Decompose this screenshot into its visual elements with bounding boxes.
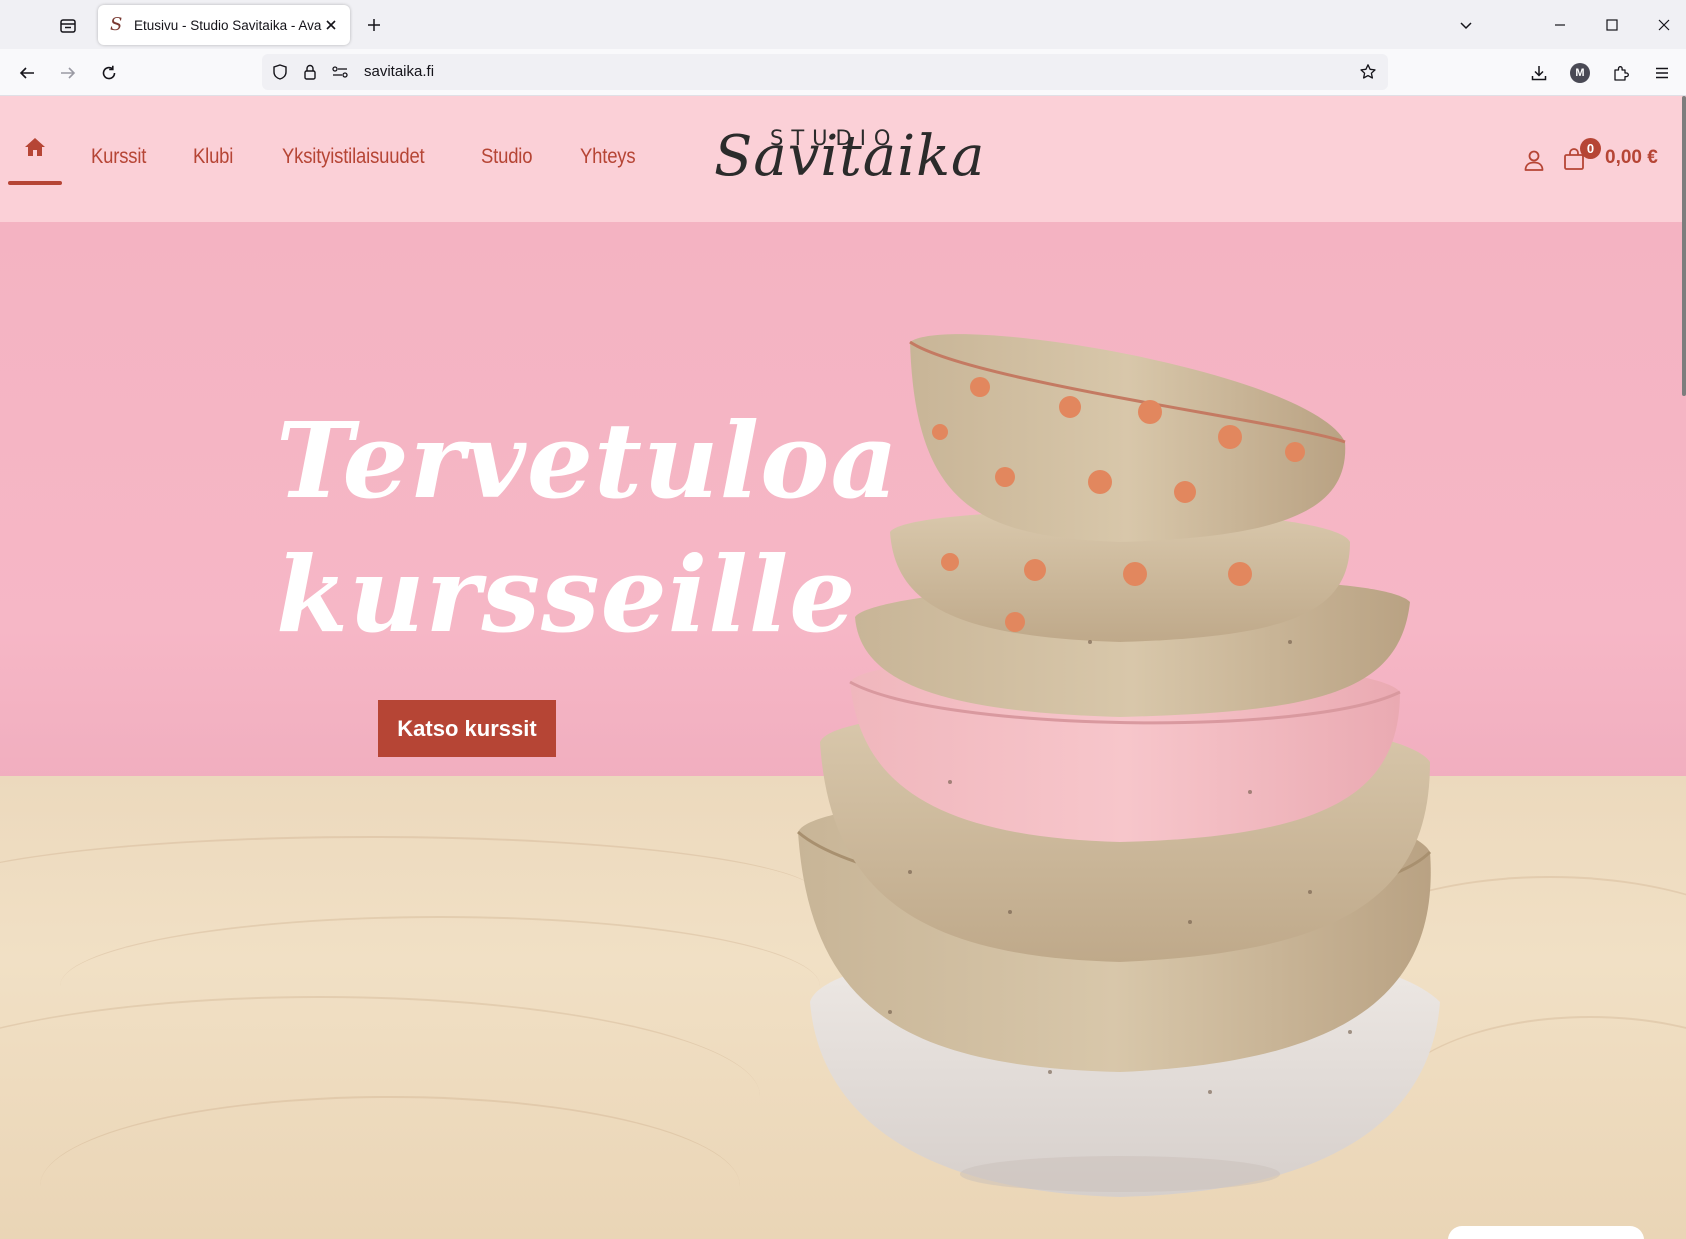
permissions-icon[interactable]	[330, 62, 350, 82]
back-icon[interactable]	[12, 58, 42, 88]
active-nav-indicator	[8, 181, 62, 185]
profile-avatar: M	[1570, 63, 1590, 83]
download-icon[interactable]	[1524, 58, 1554, 88]
maximize-icon[interactable]	[1598, 12, 1626, 38]
address-bar[interactable]: savitaika.fi	[262, 54, 1388, 90]
plus-icon[interactable]	[361, 12, 387, 38]
hero-section: Tervetuloa kursseille Katso kurssit	[0, 222, 1686, 1239]
chat-widget-tab[interactable]	[1448, 1226, 1644, 1239]
menu-icon[interactable]	[1647, 58, 1677, 88]
site-header: Kurssit Klubi Yksityistilaisuudet Studio…	[0, 96, 1686, 222]
minimize-icon[interactable]	[1546, 12, 1574, 38]
browser-tab-bar: S Etusivu - Studio Savitaika - Avar	[0, 0, 1686, 49]
user-account-icon[interactable]	[1522, 148, 1546, 172]
close-icon[interactable]	[322, 16, 340, 34]
cart-total[interactable]: 0,00 €	[1605, 147, 1658, 169]
browser-nav-bar: savitaika.fi M	[0, 49, 1686, 96]
cart-count-badge: 0	[1580, 138, 1601, 159]
tab-title: Etusivu - Studio Savitaika - Avar	[134, 17, 322, 33]
stacked-ceramic-bowls-image	[797, 334, 1440, 1197]
chevron-down-icon[interactable]	[1452, 12, 1480, 38]
browser-tab[interactable]: S Etusivu - Studio Savitaika - Avar	[98, 5, 350, 45]
nav-link-klubi[interactable]: Klubi	[193, 145, 233, 169]
window-close-icon[interactable]	[1650, 12, 1678, 38]
nav-link-yhteys[interactable]: Yhteys	[580, 145, 636, 169]
bookmark-star-icon[interactable]	[1358, 62, 1378, 82]
view-courses-button[interactable]: Katso kurssit	[378, 700, 556, 757]
page-scrollbar[interactable]	[1682, 96, 1686, 396]
nav-link-kurssit[interactable]: Kurssit	[91, 145, 146, 169]
home-icon	[24, 136, 46, 186]
web-page: Kurssit Klubi Yksityistilaisuudet Studio…	[0, 96, 1686, 1239]
site-favicon-icon: S	[110, 14, 123, 35]
home-link[interactable]	[8, 136, 62, 186]
extensions-icon[interactable]	[1606, 58, 1636, 88]
lock-icon[interactable]	[300, 62, 320, 82]
account-avatar-icon[interactable]: M	[1565, 58, 1595, 88]
reload-icon[interactable]	[94, 58, 124, 88]
url-text: savitaika.fi	[364, 63, 435, 80]
nav-link-studio[interactable]: Studio	[481, 145, 533, 169]
tab-list-icon[interactable]	[52, 12, 84, 40]
nav-link-yksityistilaisuudet[interactable]: Yksityistilaisuudet	[282, 145, 425, 169]
logo-script-text: Savitaika	[714, 124, 986, 189]
hero-title-line-2: kursseille	[276, 533, 857, 656]
shield-icon[interactable]	[270, 62, 290, 82]
forward-icon[interactable]	[53, 58, 83, 88]
